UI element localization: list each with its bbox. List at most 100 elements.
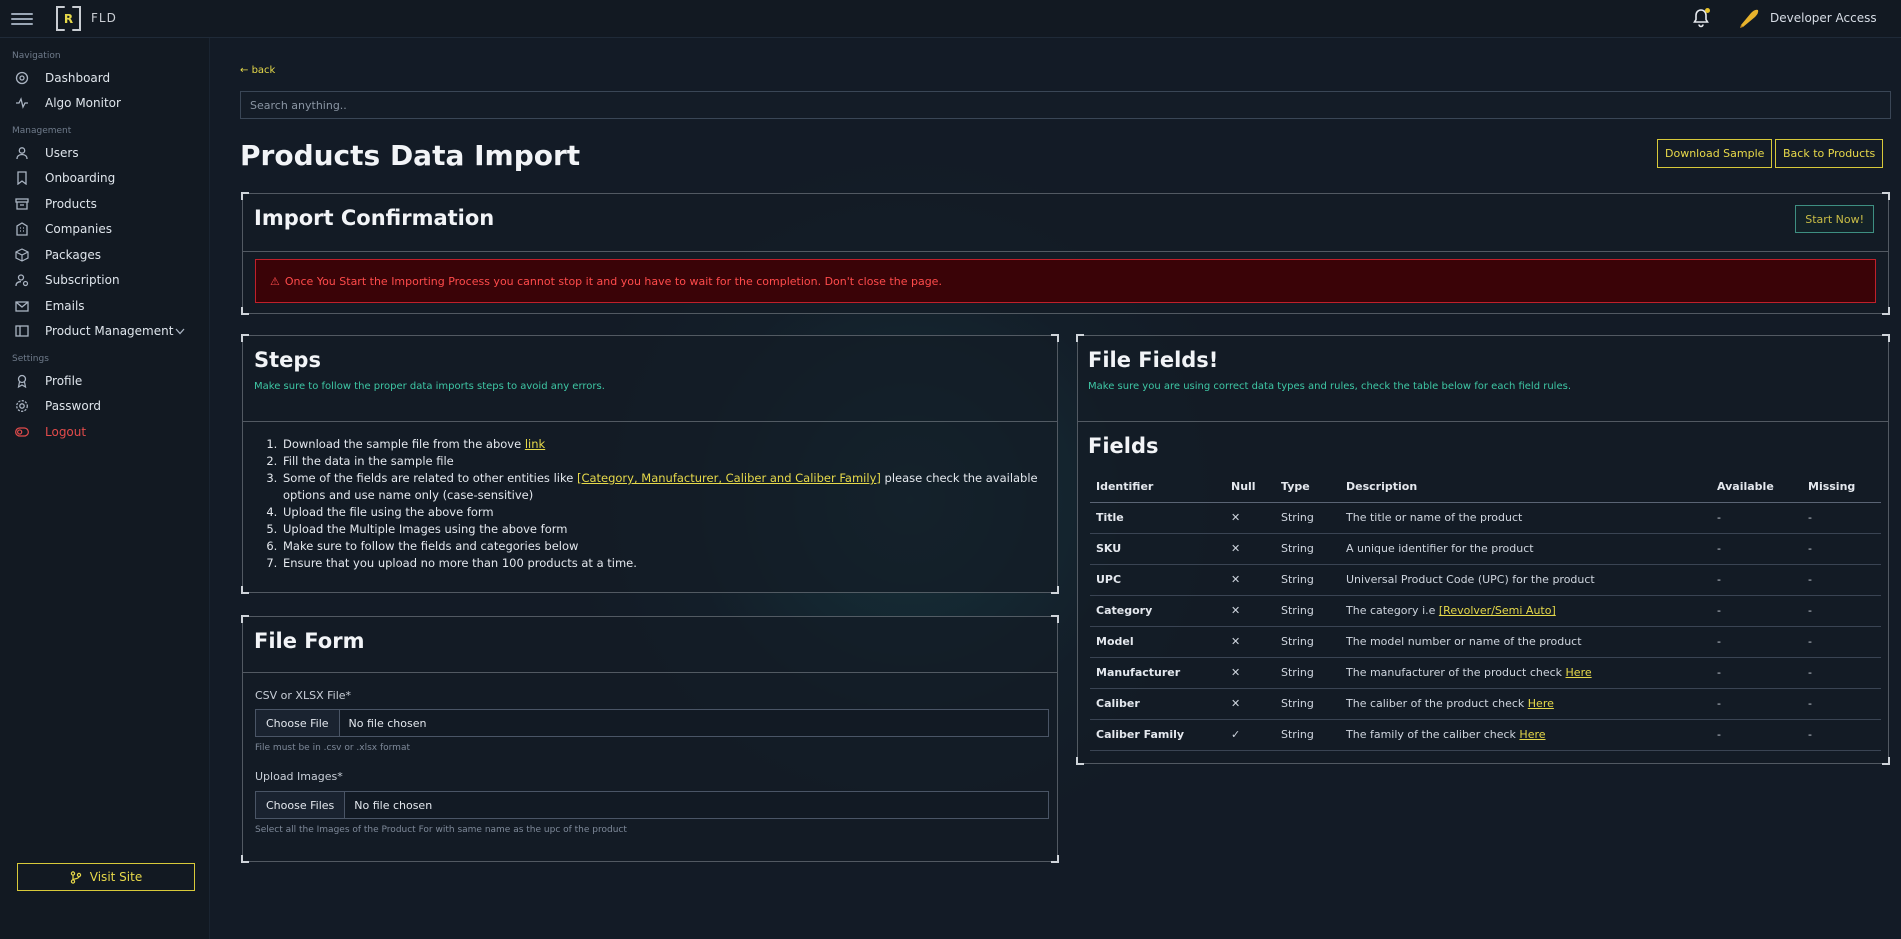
column-header: Type [1275, 472, 1340, 503]
fields-table: Identifier Null Type Description Availab… [1090, 472, 1881, 751]
field-type: String [1275, 626, 1340, 658]
user-label[interactable]: Developer Access [1770, 11, 1877, 25]
field-description: The category i.e [Revolver/Semi Auto] [1340, 595, 1711, 627]
description-text: The manufacturer of the product check [1346, 666, 1566, 679]
sidebar-item-label: Algo Monitor [45, 96, 121, 111]
column-header: Available [1711, 472, 1802, 503]
sidebar-item-products[interactable]: Products [0, 191, 209, 217]
sidebar-item-label: Dashboard [45, 70, 111, 85]
field-missing: - [1802, 657, 1881, 689]
field-missing: - [1802, 688, 1881, 720]
field-available: - [1711, 719, 1802, 751]
search-input[interactable] [240, 91, 1891, 119]
csv-file-input[interactable]: Choose File No file chosen [255, 709, 1049, 737]
bullet-icon [1738, 8, 1760, 28]
field-description: A unique identifier for the product [1340, 533, 1711, 565]
visit-site-button[interactable]: Visit Site [17, 863, 195, 891]
sidebar-item-algo-monitor[interactable]: Algo Monitor [0, 91, 209, 117]
sidebar-item-onboarding[interactable]: Onboarding [0, 166, 209, 192]
list-item: Upload the file using the above form [281, 504, 1041, 521]
sidebar-item-dashboard[interactable]: Dashboard [0, 65, 209, 91]
chevron-down-icon[interactable] [175, 324, 185, 338]
sidebar-item-profile[interactable]: Profile [0, 368, 209, 394]
sidebar-item-companies[interactable]: Companies [0, 217, 209, 243]
field-available: - [1711, 564, 1802, 596]
divider [243, 421, 1057, 422]
sidebar-item-subscription[interactable]: Subscription [0, 268, 209, 294]
sidebar-item-password[interactable]: Password [0, 394, 209, 420]
logo-text: FLD [91, 11, 117, 25]
file-form-title: File Form [254, 629, 365, 653]
sidebar-item-product-management[interactable]: Product Management [0, 319, 209, 345]
list-item: Upload the Multiple Images using the abo… [281, 521, 1041, 538]
images-label: Upload Images* [255, 770, 343, 783]
sidebar-item-logout[interactable]: Logout [0, 419, 209, 445]
table-row: SKU ✕ String A unique identifier for the pr… [1090, 533, 1881, 565]
download-sample-button[interactable]: Download Sample [1657, 139, 1773, 168]
git-branch-icon [70, 870, 81, 884]
cross-icon: ✕ [1225, 502, 1275, 534]
field-type: String [1275, 533, 1340, 565]
list-item: Download the sample file from the above … [281, 436, 1041, 453]
field-description: Universal Product Code (UPC) for the pro… [1340, 564, 1711, 596]
warning-icon: ⚠ [270, 274, 280, 288]
field-available: - [1711, 657, 1802, 689]
sidebar-item-label: Users [45, 145, 79, 160]
field-type: String [1275, 564, 1340, 596]
dashboard-icon [15, 71, 29, 85]
sidebar-item-packages[interactable]: Packages [0, 242, 209, 268]
field-available: - [1711, 626, 1802, 658]
field-identifier: Model [1090, 626, 1225, 658]
steps-subtitle: Make sure to follow the proper data impo… [254, 381, 605, 392]
notification-bell-icon[interactable] [1692, 8, 1710, 28]
user-icon [15, 146, 29, 160]
divider [1078, 421, 1888, 422]
field-description: The manufacturer of the product check He… [1340, 657, 1711, 689]
description-text: The family of the caliber check [1346, 728, 1520, 741]
sidebar-item-users[interactable]: Users [0, 140, 209, 166]
field-available: - [1711, 533, 1802, 565]
cross-icon: ✕ [1225, 564, 1275, 596]
choose-files-button[interactable]: Choose Files [256, 792, 346, 818]
menu-icon[interactable] [11, 13, 33, 25]
field-identifier: Title [1090, 502, 1225, 534]
back-label: back [251, 65, 276, 76]
bookmark-icon [15, 171, 29, 186]
logo-icon: R [56, 6, 81, 31]
field-identifier: Caliber Family [1090, 719, 1225, 751]
sidebar-section-navigation: Navigation [12, 51, 61, 61]
file-form-card: File Form CSV or XLSX File* Choose File … [241, 615, 1059, 863]
sidebar-item-emails[interactable]: Emails [0, 293, 209, 319]
images-file-input[interactable]: Choose Files No file chosen [255, 791, 1049, 819]
start-now-button[interactable]: Start Now! [1795, 205, 1874, 233]
step-text: Some of the fields are related to other … [283, 471, 577, 485]
sample-link[interactable]: link [525, 437, 545, 451]
field-available: - [1711, 595, 1802, 627]
building-icon [15, 222, 29, 236]
check-icon: ✓ [1225, 719, 1275, 751]
sidebar-section-management: Management [12, 126, 72, 136]
field-type: String [1275, 688, 1340, 720]
steps-title: Steps [254, 348, 321, 372]
field-description: The model number or name of the product [1340, 626, 1711, 658]
field-link[interactable]: [Revolver/Semi Auto] [1439, 604, 1556, 617]
field-link[interactable]: Here [1566, 666, 1592, 679]
import-confirmation-card: Import Confirmation Start Now! ⚠ Once Yo… [241, 192, 1890, 315]
back-to-products-button[interactable]: Back to Products [1775, 139, 1884, 168]
badge-icon [15, 374, 29, 388]
sidebar-item-label: Onboarding [45, 171, 116, 186]
entities-link[interactable]: [Category, Manufacturer, Caliber and Cal… [577, 471, 881, 485]
field-link[interactable]: Here [1519, 728, 1545, 741]
alert-text: Once You Start the Importing Process you… [284, 274, 942, 288]
field-missing: - [1802, 595, 1881, 627]
choose-file-button[interactable]: Choose File [256, 710, 340, 736]
field-link[interactable]: Here [1528, 697, 1554, 710]
archive-icon [15, 197, 29, 211]
field-type: String [1275, 595, 1340, 627]
table-header-row: Identifier Null Type Description Availab… [1090, 472, 1881, 503]
back-link[interactable]: ← back [240, 65, 275, 76]
cross-icon: ✕ [1225, 657, 1275, 689]
description-text: A unique identifier for the product [1346, 542, 1534, 555]
images-help-text: Select all the Images of the Product For… [255, 825, 627, 835]
field-missing: - [1802, 626, 1881, 658]
